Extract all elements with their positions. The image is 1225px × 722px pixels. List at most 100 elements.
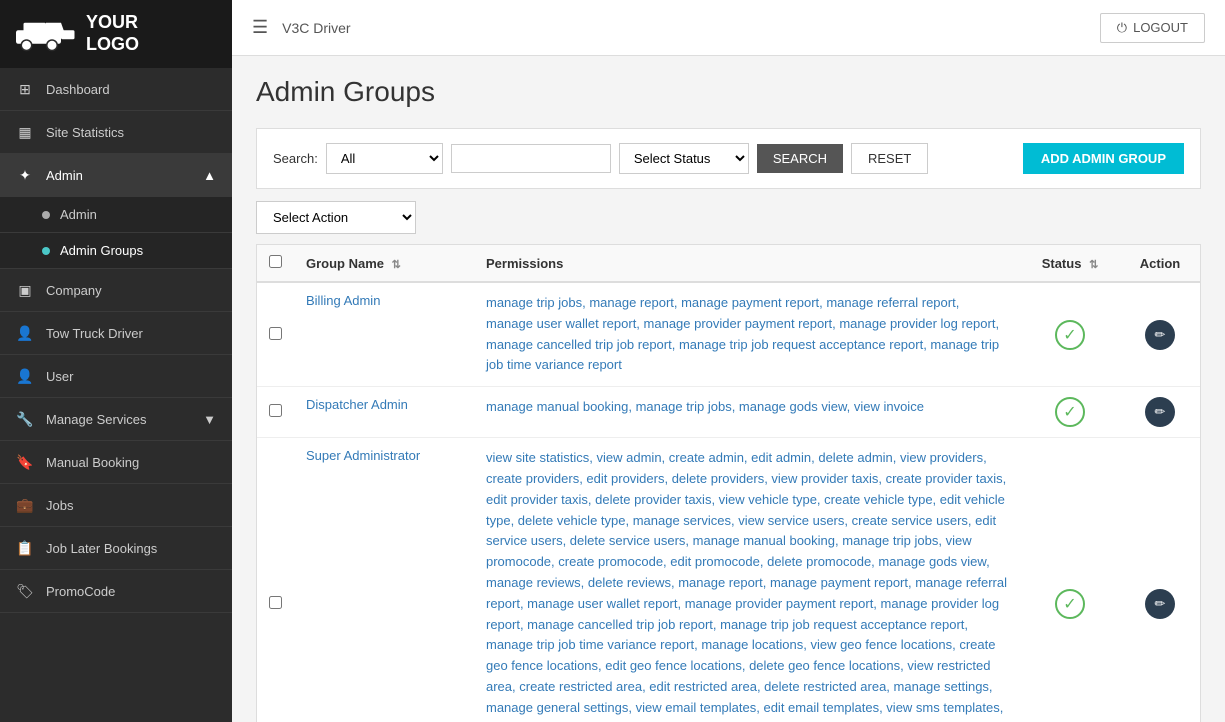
table-row: Billing Admin manage trip jobs, manage r… bbox=[257, 282, 1200, 387]
action-row: Select Action Delete bbox=[256, 201, 1201, 234]
add-admin-group-button[interactable]: ADD ADMIN GROUP bbox=[1023, 143, 1184, 174]
sidebar-logo: YOUR LOGO bbox=[0, 0, 232, 68]
group-name-link[interactable]: Dispatcher Admin bbox=[306, 397, 408, 412]
status-cell: ✓ bbox=[1020, 282, 1120, 387]
sidebar-item-label: Tow Truck Driver bbox=[46, 326, 143, 341]
search-button[interactable]: SEARCH bbox=[757, 144, 843, 173]
reset-button[interactable]: RESET bbox=[851, 143, 928, 174]
chevron-down-icon: ▼ bbox=[203, 412, 216, 427]
header-left: ☰ V3C Driver bbox=[252, 17, 351, 38]
row-checkbox-cell bbox=[257, 438, 294, 722]
permissions-text: view site statistics, view admin, create… bbox=[486, 450, 1007, 722]
dot-active-icon bbox=[42, 247, 50, 255]
status-active-icon[interactable]: ✓ bbox=[1055, 320, 1085, 350]
chevron-up-icon: ▲ bbox=[203, 168, 216, 183]
sidebar-item-label: Dashboard bbox=[46, 82, 110, 97]
sidebar-sub-item-admin[interactable]: Admin bbox=[0, 197, 232, 233]
sidebar: YOUR LOGO ⊞ Dashboard ▦ Site Statistics … bbox=[0, 0, 232, 722]
group-name-cell: Billing Admin bbox=[294, 282, 474, 387]
sidebar-item-label: PromoCode bbox=[46, 584, 115, 599]
table-row: Super Administrator view site statistics… bbox=[257, 438, 1200, 722]
th-checkbox bbox=[257, 245, 294, 282]
admin-icon: ✦ bbox=[16, 166, 34, 184]
group-name-cell: Super Administrator bbox=[294, 438, 474, 722]
action-select[interactable]: Select Action Delete bbox=[256, 201, 416, 234]
page-title: Admin Groups bbox=[256, 76, 1201, 108]
sidebar-item-label: Jobs bbox=[46, 498, 73, 513]
row-checkbox[interactable] bbox=[269, 404, 282, 417]
search-bar: Search: All Group Name Permissions Selec… bbox=[256, 128, 1201, 189]
user-icon: 👤 bbox=[16, 367, 34, 385]
select-all-checkbox[interactable] bbox=[269, 255, 282, 268]
status-cell: ✓ bbox=[1020, 387, 1120, 438]
top-header: ☰ V3C Driver ⏻ LOGOUT bbox=[232, 0, 1225, 56]
permissions-text: manage trip jobs, manage report, manage … bbox=[486, 295, 999, 372]
filter-select[interactable]: All Group Name Permissions bbox=[326, 143, 443, 174]
sidebar-item-site-statistics[interactable]: ▦ Site Statistics bbox=[0, 111, 232, 154]
row-checkbox-cell bbox=[257, 387, 294, 438]
edit-button[interactable]: ✏ bbox=[1145, 320, 1175, 350]
sidebar-item-label: Company bbox=[46, 283, 102, 298]
status-active-icon[interactable]: ✓ bbox=[1055, 397, 1085, 427]
admin-groups-table: Group Name ⇅ Permissions Status ⇅ Action bbox=[257, 245, 1200, 722]
th-group-name: Group Name ⇅ bbox=[294, 245, 474, 282]
jobs-icon: 💼 bbox=[16, 496, 34, 514]
bookmark-icon: 🔖 bbox=[16, 453, 34, 471]
dashboard-icon: ⊞ bbox=[16, 80, 34, 98]
status-active-icon[interactable]: ✓ bbox=[1055, 589, 1085, 619]
group-name-cell: Dispatcher Admin bbox=[294, 387, 474, 438]
sort-icon-status: ⇅ bbox=[1089, 259, 1098, 271]
edit-button[interactable]: ✏ bbox=[1145, 397, 1175, 427]
sidebar-item-promo-code[interactable]: 🏷 PromoCode bbox=[0, 570, 232, 613]
th-status: Status ⇅ bbox=[1020, 245, 1120, 282]
breadcrumb: V3C Driver bbox=[282, 20, 350, 36]
status-cell: ✓ bbox=[1020, 438, 1120, 722]
sidebar-item-admin[interactable]: ✦ Admin ▲ bbox=[0, 154, 232, 197]
sidebar-item-label: Manage Services bbox=[46, 412, 146, 427]
tag-icon: 🏷 bbox=[16, 582, 34, 600]
group-name-link[interactable]: Super Administrator bbox=[306, 448, 420, 463]
row-checkbox-cell bbox=[257, 282, 294, 387]
sidebar-item-dashboard[interactable]: ⊞ Dashboard bbox=[0, 68, 232, 111]
th-permissions: Permissions bbox=[474, 245, 1020, 282]
sidebar-item-label: Job Later Bookings bbox=[46, 541, 157, 556]
action-cell: ✏ bbox=[1120, 282, 1200, 387]
sort-icon: ⇅ bbox=[392, 259, 401, 271]
sidebar-item-user[interactable]: 👤 User bbox=[0, 355, 232, 398]
permissions-cell: manage trip jobs, manage report, manage … bbox=[474, 282, 1020, 387]
edit-button[interactable]: ✏ bbox=[1145, 589, 1175, 619]
sidebar-item-job-later-bookings[interactable]: 📋 Job Later Bookings bbox=[0, 527, 232, 570]
status-select[interactable]: Select Status Active Inactive bbox=[619, 143, 749, 174]
sidebar-item-manual-booking[interactable]: 🔖 Manual Booking bbox=[0, 441, 232, 484]
group-name-link[interactable]: Billing Admin bbox=[306, 293, 380, 308]
permissions-cell: view site statistics, view admin, create… bbox=[474, 438, 1020, 722]
sidebar-item-jobs[interactable]: 💼 Jobs bbox=[0, 484, 232, 527]
main-area: ☰ V3C Driver ⏻ LOGOUT Admin Groups Searc… bbox=[232, 0, 1225, 722]
wrench-icon: 🔧 bbox=[16, 410, 34, 428]
action-cell: ✏ bbox=[1120, 438, 1200, 722]
power-icon: ⏻ bbox=[1117, 20, 1127, 36]
logout-label: LOGOUT bbox=[1133, 20, 1188, 35]
search-input[interactable] bbox=[451, 144, 611, 173]
sidebar-item-label: Manual Booking bbox=[46, 455, 139, 470]
search-label: Search: bbox=[273, 151, 318, 166]
sidebar-sub-item-admin-groups[interactable]: Admin Groups bbox=[0, 233, 232, 269]
sidebar-sub-item-label: Admin bbox=[60, 207, 97, 222]
sidebar-item-tow-truck-driver[interactable]: 👤 Tow Truck Driver bbox=[0, 312, 232, 355]
table-row: Dispatcher Admin manage manual booking, … bbox=[257, 387, 1200, 438]
row-checkbox[interactable] bbox=[269, 596, 282, 609]
logout-button[interactable]: ⏻ LOGOUT bbox=[1100, 13, 1205, 43]
action-cell: ✏ bbox=[1120, 387, 1200, 438]
th-action: Action bbox=[1120, 245, 1200, 282]
row-checkbox[interactable] bbox=[269, 327, 282, 340]
building-icon: ▣ bbox=[16, 281, 34, 299]
person-icon: 👤 bbox=[16, 324, 34, 342]
table-container: Group Name ⇅ Permissions Status ⇅ Action bbox=[256, 244, 1201, 722]
permissions-cell: manage manual booking, manage trip jobs,… bbox=[474, 387, 1020, 438]
sidebar-item-label: User bbox=[46, 369, 73, 384]
sidebar-item-company[interactable]: ▣ Company bbox=[0, 269, 232, 312]
sidebar-item-label: Site Statistics bbox=[46, 125, 124, 140]
calendar-icon: 📋 bbox=[16, 539, 34, 557]
sidebar-item-manage-services[interactable]: 🔧 Manage Services ▼ bbox=[0, 398, 232, 441]
hamburger-icon[interactable]: ☰ bbox=[252, 17, 268, 38]
